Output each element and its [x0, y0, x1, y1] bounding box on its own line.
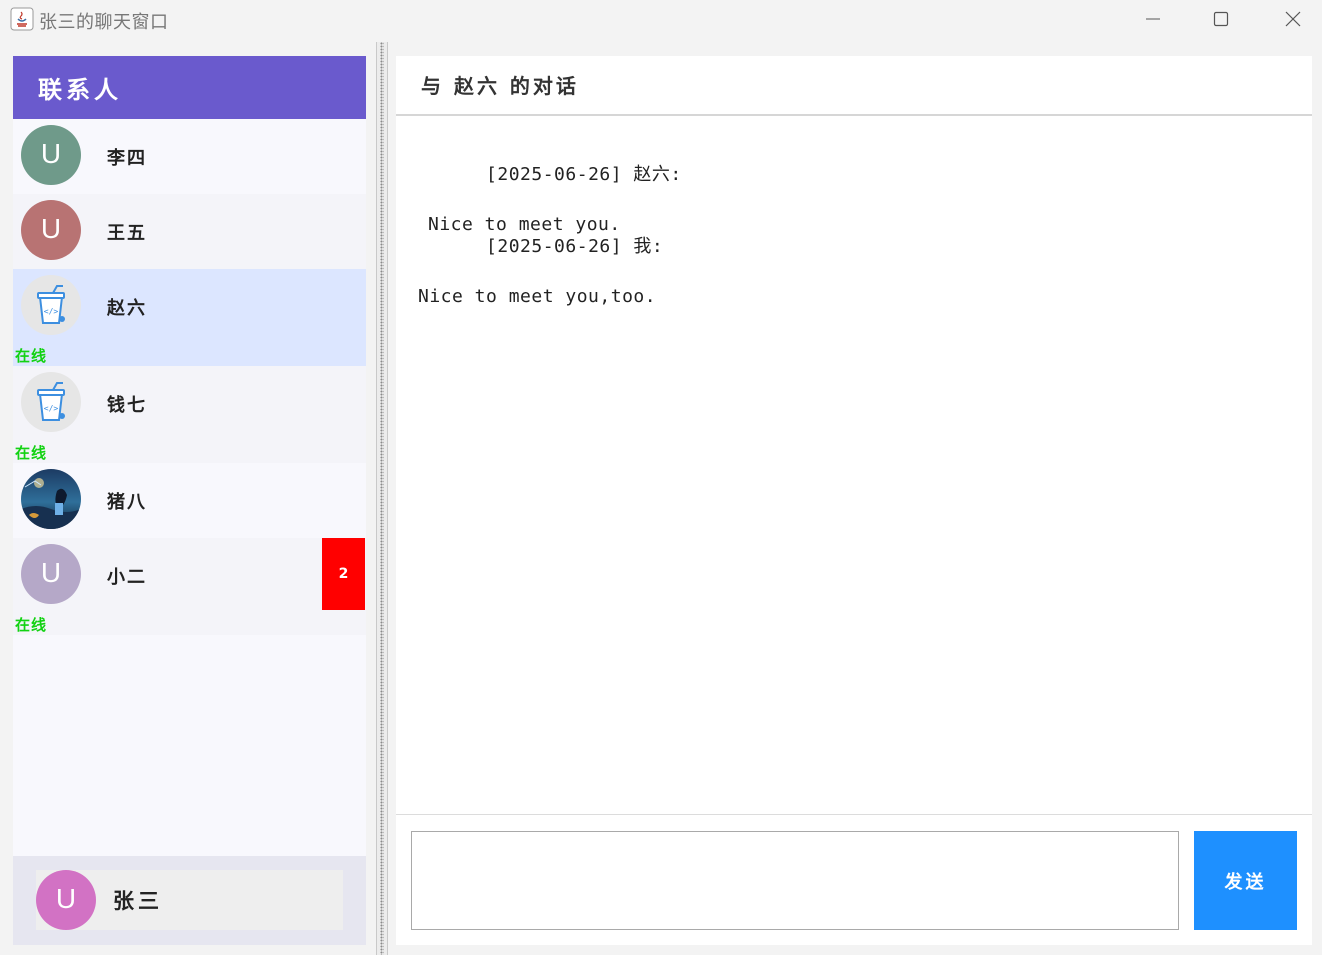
- contacts-title: 联系人: [38, 75, 122, 104]
- cup-icon: </>: [37, 382, 65, 421]
- photo-avatar: [21, 469, 81, 529]
- contact-name: 猪八: [107, 492, 147, 513]
- chat-header: 与 赵六 的对话: [396, 56, 1312, 116]
- contact-name: 小二: [107, 567, 147, 588]
- close-button[interactable]: [1270, 0, 1316, 38]
- avatar-letter: U: [55, 883, 77, 914]
- message-header: [2025-06-26] 我:: [486, 236, 664, 257]
- avatar-letter: U: [40, 213, 62, 244]
- composer: 发送: [396, 814, 1312, 945]
- minimize-button[interactable]: [1130, 0, 1176, 38]
- message: [2025-06-26] 我: Nice to meet you,too.: [418, 209, 663, 359]
- maximize-icon: [1213, 11, 1229, 27]
- avatar: U: [36, 870, 96, 930]
- online-status: 在线: [15, 616, 48, 634]
- contact-name: 赵六: [107, 298, 147, 319]
- contact-name: 李四: [107, 148, 147, 169]
- chat-title: 与 赵六 的对话: [421, 74, 579, 98]
- contact-item-zhuba[interactable]: 猪八: [13, 463, 366, 538]
- contact-item-qianqi[interactable]: </> 钱七 在线: [13, 366, 366, 463]
- avatar-letter: U: [40, 557, 62, 588]
- contact-name: 王五: [107, 223, 147, 244]
- avatar: </>: [21, 275, 81, 335]
- svg-text:</>: </>: [44, 307, 59, 316]
- avatar: U: [21, 125, 81, 185]
- photo-avatar-image: [21, 469, 81, 529]
- maximize-button[interactable]: [1198, 0, 1244, 38]
- contact-name: 钱七: [107, 395, 147, 416]
- minimize-icon: [1146, 18, 1160, 20]
- contact-list: U 李四 U 王五 </> 赵六 在线 </> 钱七 在线 猪八 U 小二 在线…: [13, 119, 366, 635]
- contact-item-xiaoer[interactable]: U 小二 在线 2: [13, 538, 366, 635]
- online-status: 在线: [15, 444, 48, 462]
- avatar: U: [21, 200, 81, 260]
- send-button[interactable]: 发送: [1194, 831, 1297, 930]
- cup-icon: </>: [37, 285, 65, 324]
- title-bar: 张三的聊天窗口: [0, 0, 1322, 40]
- divider-grip: [380, 42, 384, 955]
- java-app-icon: [10, 7, 34, 31]
- online-status: 在线: [15, 347, 48, 365]
- avatar: </>: [21, 372, 81, 432]
- message-area[interactable]: [2025-06-26] 赵六: Nice to meet you. [2025…: [396, 118, 1312, 814]
- current-user-bar: U 张三: [13, 856, 366, 945]
- close-icon: [1285, 11, 1301, 27]
- contact-item-zhaoliu[interactable]: </> 赵六 在线: [13, 269, 366, 366]
- avatar: U: [21, 544, 81, 604]
- chat-panel: 与 赵六 的对话 [2025-06-26] 赵六: Nice to meet y…: [396, 56, 1312, 945]
- window-title: 张三的聊天窗口: [39, 12, 169, 33]
- message-header: [2025-06-26] 赵六:: [486, 164, 682, 185]
- svg-text:</>: </>: [44, 404, 59, 413]
- current-user-card[interactable]: U 张三: [36, 870, 343, 930]
- message-input[interactable]: [411, 831, 1179, 930]
- message-body: Nice to meet you,too.: [418, 286, 657, 307]
- contact-item-lisi[interactable]: U 李四: [13, 119, 366, 194]
- unread-badge: 2: [322, 538, 365, 610]
- contact-item-wangwu[interactable]: U 王五: [13, 194, 366, 269]
- split-pane-divider[interactable]: [376, 42, 388, 955]
- current-user-name: 张三: [113, 888, 163, 913]
- contacts-panel: 联系人 U 李四 U 王五 </> 赵六 在线 </> 钱七 在线 猪八 U 小…: [13, 56, 366, 945]
- contacts-header: 联系人: [13, 56, 366, 119]
- avatar-letter: U: [40, 138, 62, 169]
